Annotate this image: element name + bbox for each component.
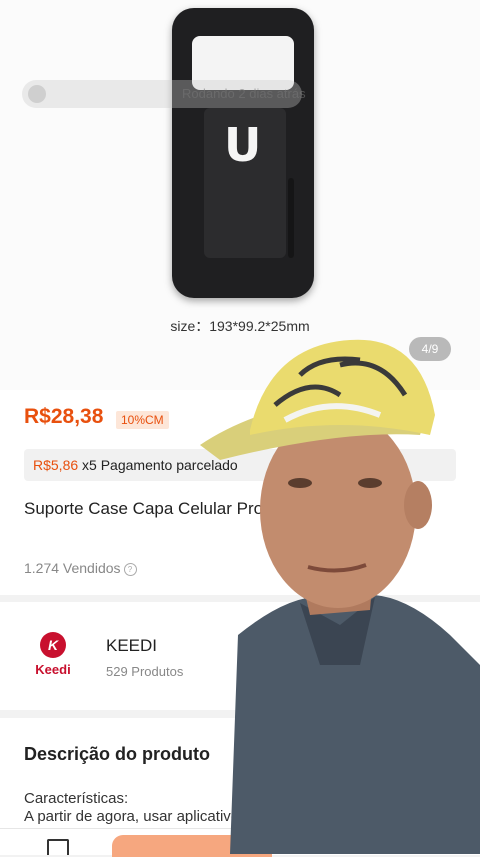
store-icon[interactable] xyxy=(47,839,69,855)
sold-count: 1.274 Vendidos? xyxy=(24,560,137,576)
store-logo: K Keedi xyxy=(28,632,78,682)
size-caption: size：193*99.2*25mm xyxy=(170,318,310,334)
description-subtitle: Características: xyxy=(24,790,129,807)
description-title: Descrição do produto xyxy=(24,744,211,764)
presenter-overlay xyxy=(200,339,480,854)
store-logo-text: Keedi xyxy=(35,662,71,677)
sold-count-text: 1.274 Vendidos xyxy=(24,560,121,576)
watermark-text: Rodando 2 dias atrás xyxy=(182,86,306,101)
magnet-icon: U xyxy=(224,118,262,172)
watermark: Rodando 2 dias atrás xyxy=(22,80,306,108)
product-photo: U xyxy=(172,8,314,298)
product-image-gallery[interactable]: U Rodando 2 dias atrás size：193*99.2*25m… xyxy=(0,0,480,390)
store-product-count: 529 Produtos xyxy=(106,664,184,679)
product-price: R$28,38 xyxy=(24,405,104,428)
info-icon[interactable]: ? xyxy=(123,563,137,576)
discount-badge: 10%CM xyxy=(116,411,169,429)
installment-amount: R$5,86 xyxy=(33,457,79,473)
store-name: KEEDI xyxy=(106,636,158,655)
